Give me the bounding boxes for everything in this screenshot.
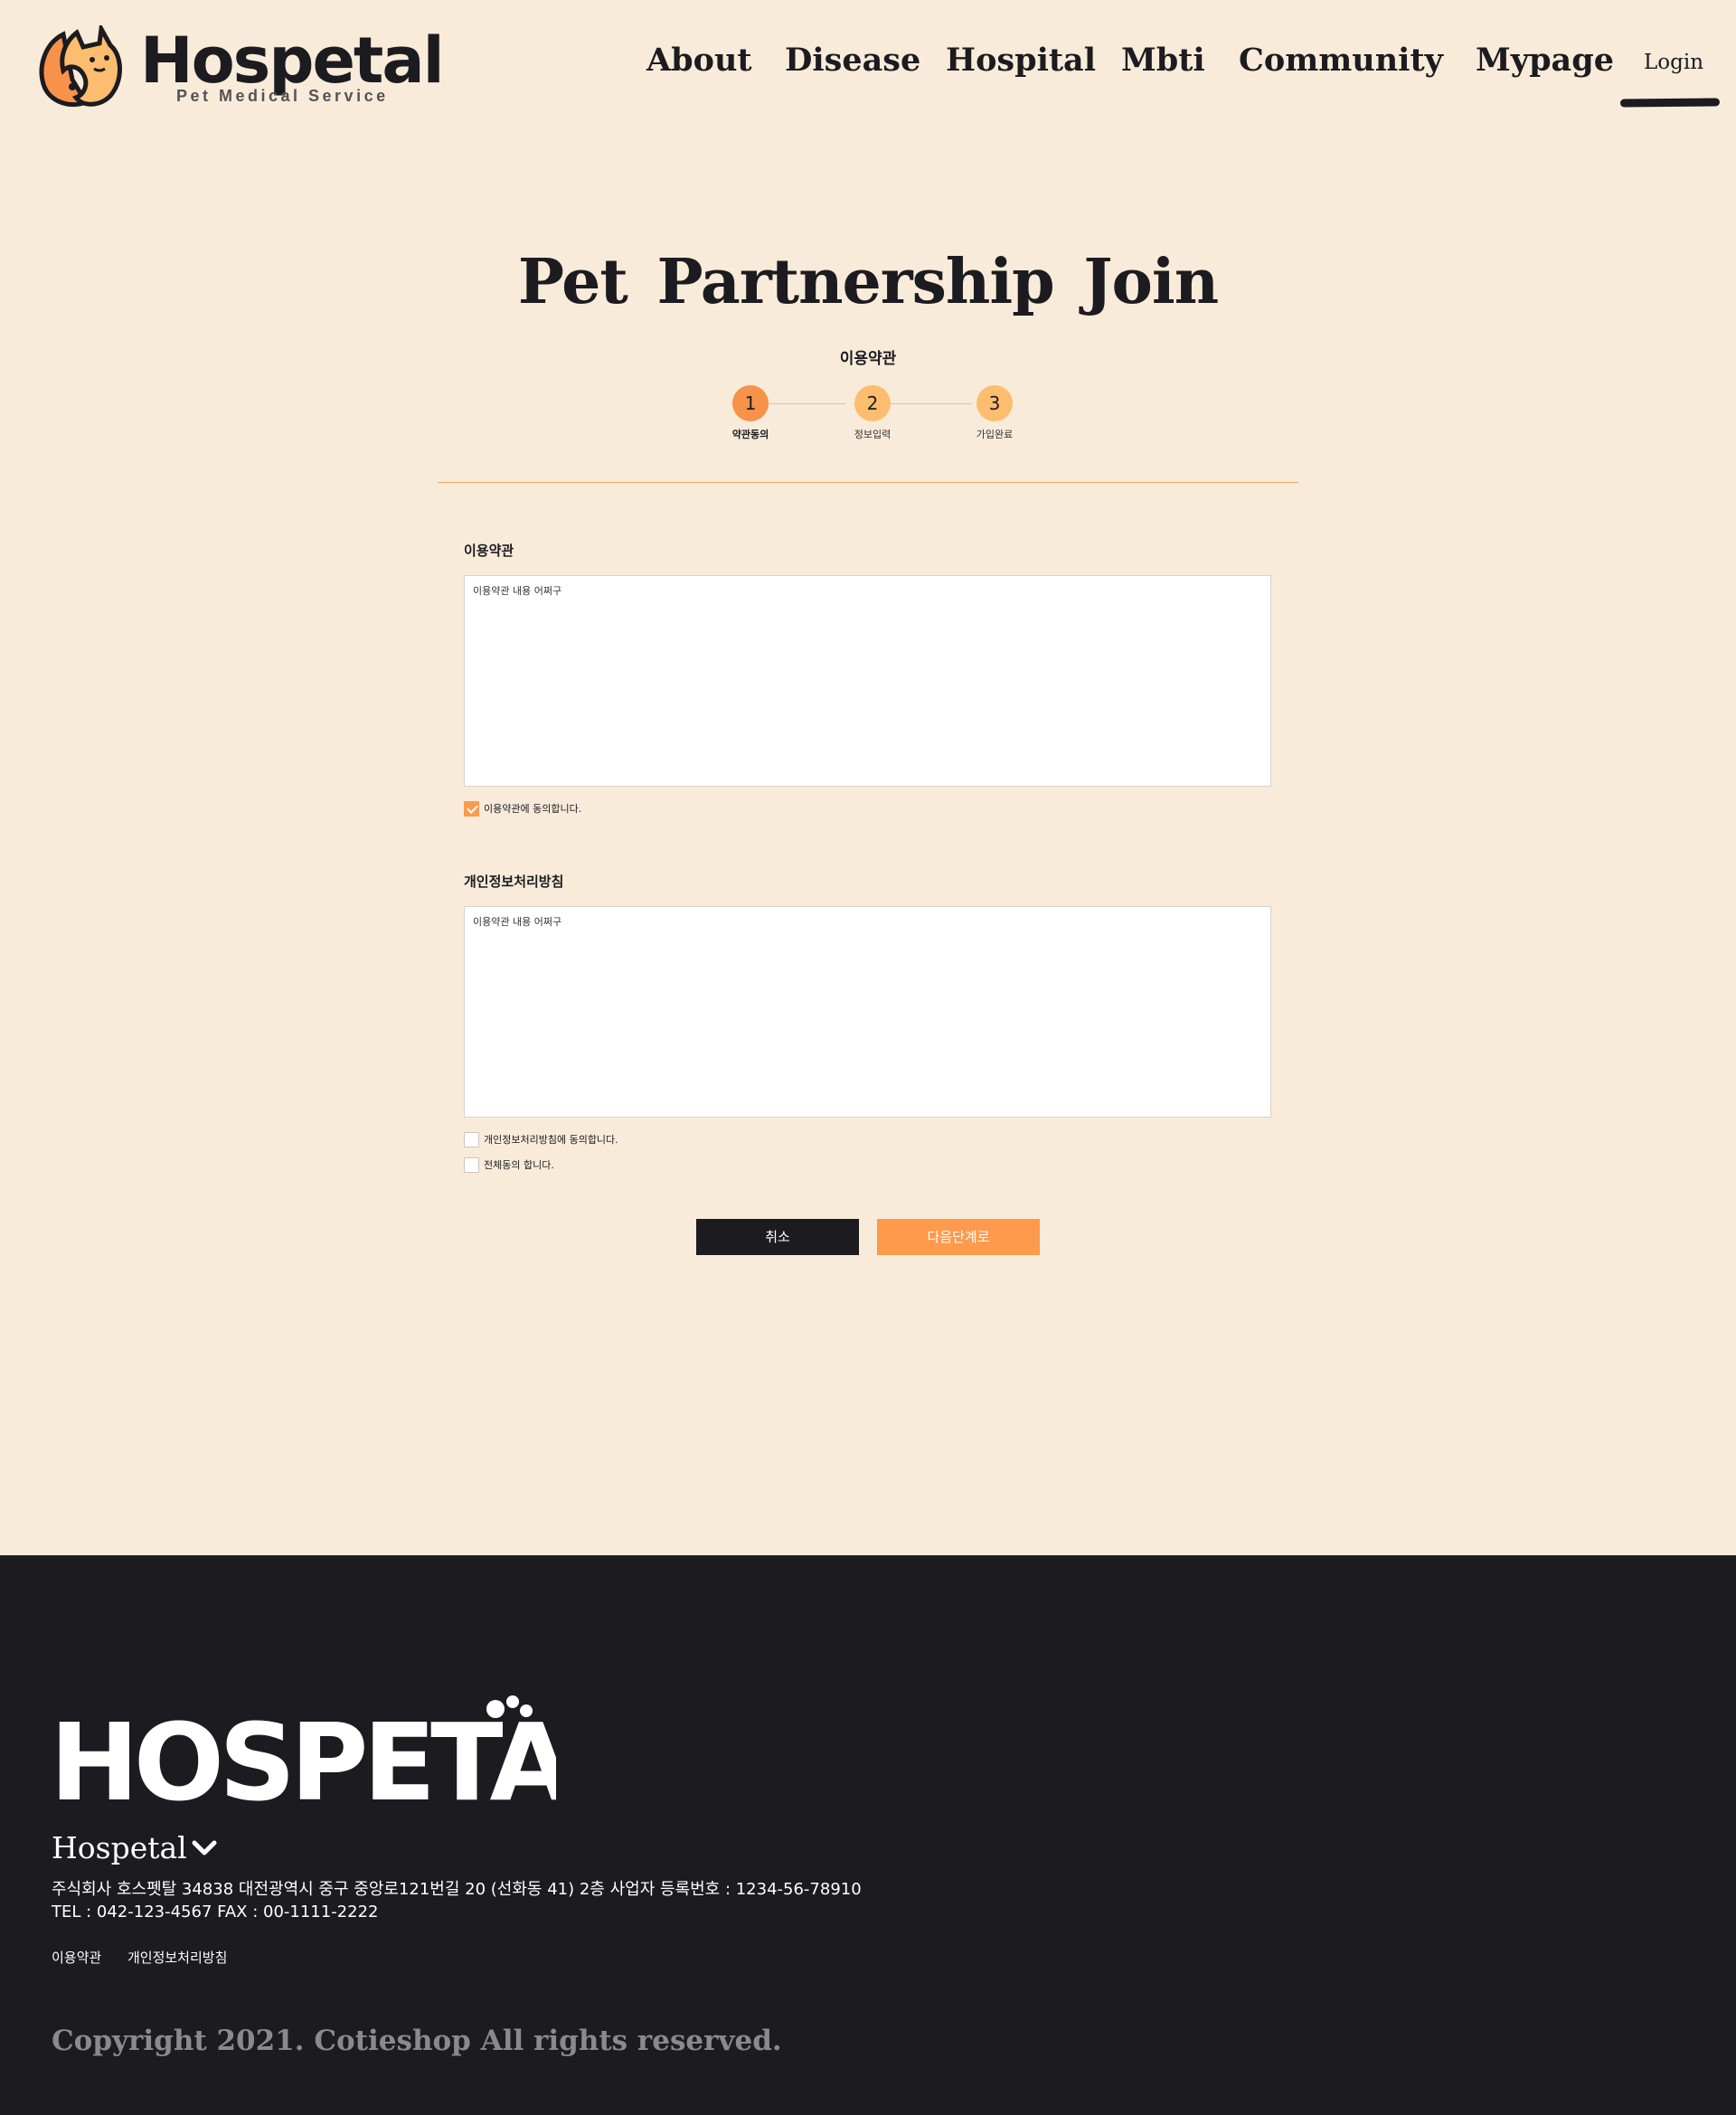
agree-all-label: 전체동의 합니다.	[484, 1159, 554, 1171]
nav-about[interactable]: About	[646, 42, 752, 79]
step-1: 1 약관동의	[714, 385, 787, 441]
terms-agree-checkbox[interactable]: 이용약관에 동의합니다.	[464, 800, 582, 817]
footer-contact: TEL : 042-123-4567 FAX : 00-1111-2222	[52, 1903, 379, 1921]
site-footer: HOSPETAL Hospetal 주식회사 호스펫탈 34838 대전광역시 …	[0, 1555, 1736, 2115]
step-2: 2 정보입력	[836, 385, 909, 441]
nav-mbti[interactable]: Mbti	[1121, 42, 1205, 79]
copyright: Copyright 2021. Cotieshop All rights res…	[52, 2025, 782, 2057]
main-nav: About Disease Hospital Mbti Community My…	[0, 42, 1736, 87]
page-title: Pet Partnership Join	[517, 246, 1219, 318]
nav-hospital[interactable]: Hospital	[946, 42, 1096, 79]
step-3-label: 가입완료	[976, 429, 1014, 440]
terms-agree-label: 이용약관에 동의합니다.	[484, 803, 582, 815]
privacy-content[interactable]: 이용약관 내용 어쩌구	[464, 906, 1271, 1118]
footer-link-privacy[interactable]: 개인정보처리방침	[127, 1950, 227, 1966]
step-3-number: 3	[976, 385, 1013, 421]
next-step-button[interactable]: 다음단계로	[877, 1219, 1040, 1255]
nav-login[interactable]: Login	[1644, 51, 1703, 74]
privacy-agree-label: 개인정보처리방침에 동의합니다.	[484, 1134, 618, 1146]
footer-logo-icon: HOSPETAL	[50, 1695, 556, 1818]
current-step-title: 이용약관	[839, 350, 897, 368]
checkbox-unchecked-icon[interactable]	[464, 1131, 479, 1147]
step-1-number: 1	[732, 385, 769, 421]
login-underline	[1619, 98, 1721, 108]
cancel-button[interactable]: 취소	[696, 1219, 859, 1255]
section-divider	[438, 482, 1298, 483]
step-indicator: 1 약관동의 2 정보입력 3 가입완료	[714, 385, 1022, 448]
chevron-down-icon[interactable]	[192, 1839, 217, 1857]
nav-community[interactable]: Community	[1239, 42, 1443, 79]
footer-address: 주식회사 호스펫탈 34838 대전광역시 중구 중앙로121번길 20 (선화…	[52, 1880, 862, 1899]
terms-content[interactable]: 이용약관 내용 어쩌구	[464, 575, 1271, 787]
privacy-heading: 개인정보처리방침	[464, 873, 564, 890]
checkbox-checked-icon[interactable]	[464, 800, 479, 817]
nav-mypage[interactable]: Mypage	[1476, 42, 1614, 79]
checkbox-unchecked-icon[interactable]	[464, 1157, 479, 1173]
privacy-agree-checkbox[interactable]: 개인정보처리방침에 동의합니다.	[464, 1131, 618, 1148]
step-3: 3 가입완료	[958, 385, 1031, 441]
site-header: Hospetal Pet Medical Service About Disea…	[0, 0, 1736, 127]
terms-heading: 이용약관	[464, 543, 514, 559]
nav-disease[interactable]: Disease	[785, 42, 920, 79]
logo-tagline: Pet Medical Service	[176, 87, 389, 105]
footer-logo-wordmark: HOSPETAL	[50, 1700, 556, 1818]
footer-brand: Hospetal	[52, 1830, 187, 1865]
agree-all-checkbox[interactable]: 전체동의 합니다.	[464, 1157, 554, 1174]
step-1-label: 약관동의	[731, 429, 769, 440]
step-2-label: 정보입력	[854, 429, 892, 440]
footer-links: 이용약관 개인정보처리방침	[52, 1948, 249, 1967]
step-2-number: 2	[854, 385, 891, 421]
footer-link-terms[interactable]: 이용약관	[52, 1950, 101, 1966]
